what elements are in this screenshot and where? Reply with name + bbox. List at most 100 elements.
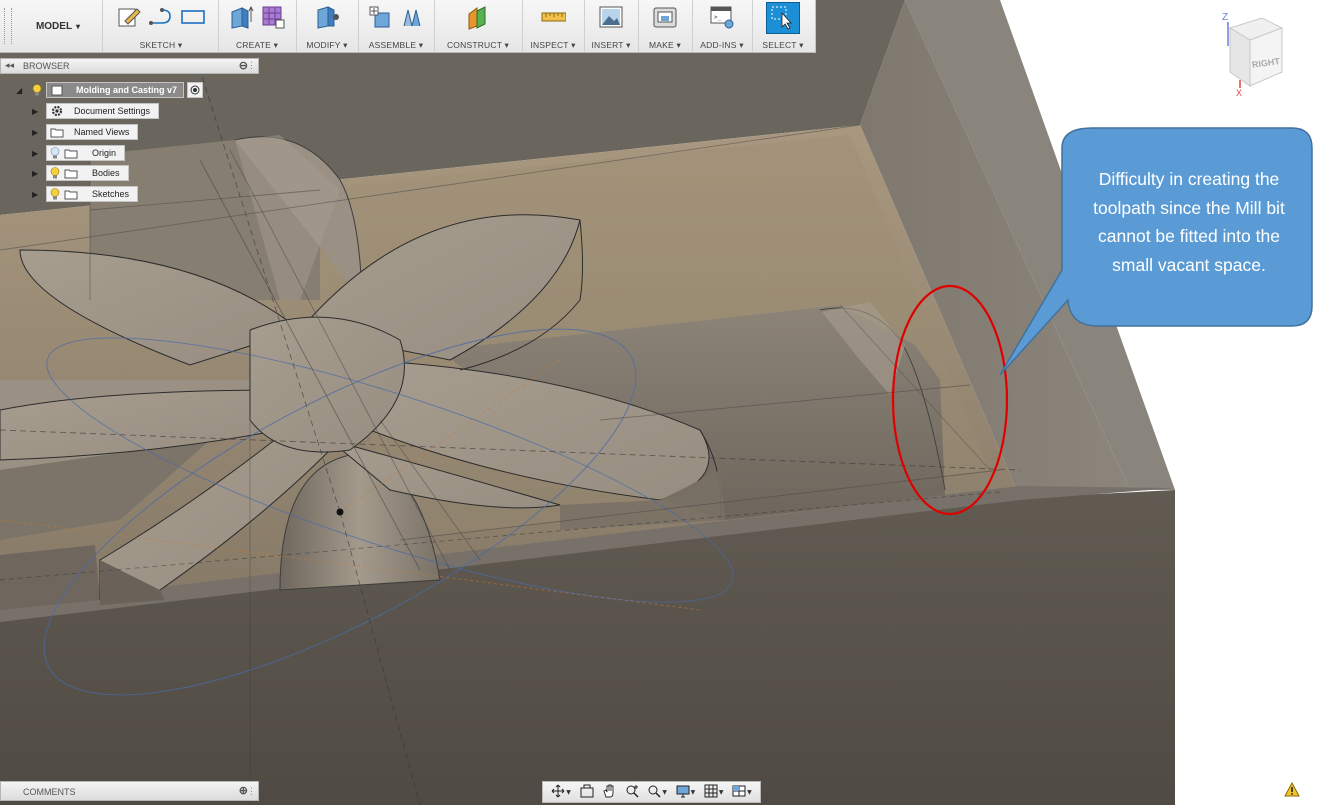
browser-panel-header: ◂◂ BROWSER ⊖ ⋮: [0, 58, 259, 74]
folder-icon: [64, 189, 78, 200]
svg-text:>_: >_: [714, 14, 722, 21]
fit-button[interactable]: ▼: [647, 783, 667, 802]
toolbar-grip[interactable]: [4, 8, 12, 44]
lightbulb-off-icon[interactable]: [50, 147, 60, 159]
warning-icon[interactable]: [1284, 781, 1302, 798]
3d-print-icon[interactable]: [652, 4, 678, 30]
pattern-icon[interactable]: [260, 4, 286, 30]
axis-z-label: Z: [1222, 12, 1228, 23]
navigation-bar: ▼ ▼ ▼ ▼ ▼: [542, 781, 761, 803]
group-label-create[interactable]: CREATE ▾: [218, 40, 296, 51]
group-make: MAKE ▾: [638, 0, 693, 52]
lightbulb-on-icon[interactable]: [50, 188, 60, 200]
collapse-panel-icon[interactable]: ◂◂: [5, 60, 14, 71]
document-icon: [50, 85, 64, 96]
node-label: Origin: [92, 148, 117, 158]
expand-triangle-icon[interactable]: ▶: [32, 149, 42, 158]
measure-icon[interactable]: [540, 4, 566, 30]
pin-icon[interactable]: ⋮: [247, 786, 256, 797]
group-label-assemble[interactable]: ASSEMBLE ▾: [358, 40, 434, 51]
group-label-insert[interactable]: INSERT ▾: [584, 40, 638, 51]
joint-icon[interactable]: [399, 4, 425, 30]
chevron-down-icon: ▼: [662, 788, 667, 796]
look-at-button[interactable]: [580, 783, 594, 802]
group-label-select[interactable]: SELECT ▾: [752, 40, 814, 51]
expand-triangle-icon[interactable]: ▶: [32, 169, 42, 178]
workspace-switcher[interactable]: MODEL ▾: [14, 0, 103, 52]
node-label: Named Views: [74, 127, 130, 137]
browser-node-origin[interactable]: ▶ Origin: [32, 145, 126, 161]
viewports-button[interactable]: ▼: [732, 783, 752, 802]
orbit-button[interactable]: ▼: [551, 783, 571, 802]
scripts-icon[interactable]: >_: [709, 4, 735, 30]
line-icon[interactable]: [148, 4, 174, 30]
rectangle-icon[interactable]: [180, 4, 206, 30]
grid-icon: [704, 783, 718, 802]
comments-panel: COMMENTS ⊕ ⋮: [0, 781, 259, 801]
comments-title: COMMENTS: [23, 787, 76, 797]
zoom-button[interactable]: [625, 783, 639, 802]
lightbulb-on-icon[interactable]: [50, 167, 60, 179]
insert-image-icon[interactable]: [598, 4, 624, 30]
group-label-sketch[interactable]: SKETCH ▾: [104, 40, 218, 51]
group-label-make[interactable]: MAKE ▾: [638, 40, 692, 51]
group-create: CREATE ▾: [218, 0, 297, 52]
display-settings-button[interactable]: ▼: [676, 783, 696, 802]
chevron-down-icon: ▼: [718, 788, 724, 796]
chevron-down-icon: ▼: [566, 788, 571, 796]
group-assemble: ASSEMBLE ▾: [358, 0, 435, 52]
browser-title: BROWSER: [23, 61, 70, 71]
group-sketch: SKETCH ▾: [104, 0, 219, 52]
node-label: Bodies: [92, 168, 120, 178]
folder-icon: [50, 127, 64, 138]
press-pull-icon[interactable]: [314, 4, 340, 30]
expand-triangle-icon[interactable]: ◢: [16, 86, 26, 95]
browser-node-bodies[interactable]: ▶ Bodies: [32, 165, 129, 181]
orbit-icon: [551, 783, 565, 802]
group-add-ins: >_ ADD-INS ▾: [692, 0, 753, 52]
pin-icon[interactable]: ⋮: [247, 60, 256, 71]
group-label-construct[interactable]: CONSTRUCT ▾: [434, 40, 522, 51]
folder-icon: [64, 168, 78, 179]
extrude-icon[interactable]: [228, 4, 254, 30]
chevron-down-icon: ▾: [76, 21, 81, 31]
group-modify: MODIFY ▾: [296, 0, 359, 52]
group-construct: CONSTRUCT ▾: [434, 0, 523, 52]
lightbulb-on-icon[interactable]: [32, 84, 42, 96]
chevron-down-icon: ▼: [747, 788, 752, 796]
viewcube[interactable]: Z RIGHT X: [1216, 6, 1296, 98]
annotation-text: Difficulty in creating the toolpath sinc…: [1093, 169, 1285, 275]
monitor-icon: [676, 783, 690, 802]
expand-triangle-icon[interactable]: ▶: [32, 128, 42, 137]
group-select: SELECT ▾: [752, 0, 814, 52]
3d-viewport[interactable]: [0, 0, 1319, 805]
gear-icon: [50, 105, 64, 117]
group-label-add-ins[interactable]: ADD-INS ▾: [692, 40, 752, 51]
browser-node-named-views[interactable]: ▶ Named Views: [32, 124, 139, 140]
zoom-fit-icon: [647, 783, 661, 802]
hand-icon: [602, 783, 616, 802]
browser-root-node[interactable]: ◢ Molding and Casting v7: [16, 82, 204, 98]
grid-settings-button[interactable]: ▼: [704, 783, 724, 802]
select-icon[interactable]: [766, 2, 800, 34]
group-label-modify[interactable]: MODIFY ▾: [296, 40, 358, 51]
offset-plane-icon[interactable]: [465, 4, 491, 30]
new-component-icon[interactable]: [367, 4, 393, 30]
group-insert: INSERT ▾: [584, 0, 639, 52]
node-label: Document Settings: [74, 106, 151, 116]
viewports-icon: [732, 783, 746, 802]
create-sketch-icon[interactable]: [116, 4, 142, 30]
zoom-icon: [625, 783, 639, 802]
group-label-inspect[interactable]: INSPECT ▾: [522, 40, 584, 51]
expand-triangle-icon[interactable]: ▶: [32, 190, 42, 199]
node-label: Sketches: [92, 189, 130, 199]
look-at-icon: [580, 783, 594, 802]
browser-node-sketches[interactable]: ▶ Sketches: [32, 186, 139, 202]
activate-radio-icon[interactable]: [187, 82, 204, 98]
chevron-down-icon: ▼: [690, 788, 696, 796]
browser-node-document-settings[interactable]: ▶ Document Settings: [32, 103, 160, 119]
pan-button[interactable]: [602, 783, 616, 802]
axis-x-label: X: [1236, 88, 1242, 98]
expand-triangle-icon[interactable]: ▶: [32, 107, 42, 116]
workspace-label: MODEL: [35, 20, 73, 32]
